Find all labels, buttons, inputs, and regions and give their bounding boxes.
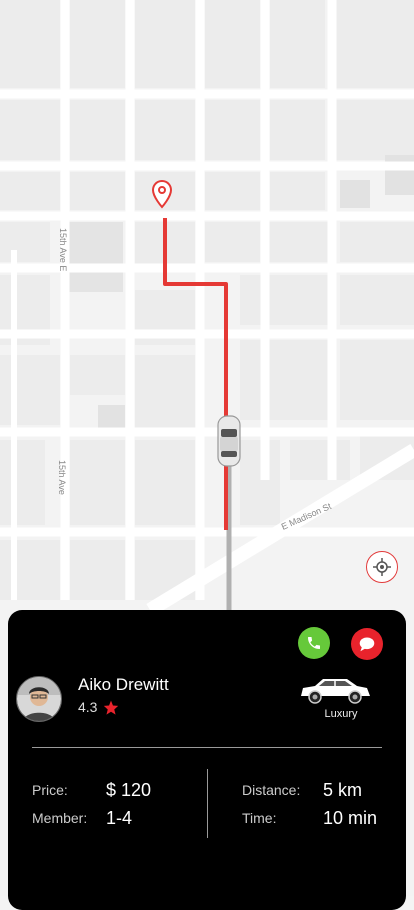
price-label: Price:	[32, 782, 68, 798]
ride-details-sheet: Aiko Drewitt 4.3 Luxury Price: $ 120 Mem…	[8, 610, 406, 910]
chat-bubble-icon	[359, 637, 375, 652]
time-value: 10 min	[323, 808, 378, 828]
member-value: 1-4	[106, 808, 133, 828]
street-label-15th-ave: 15th Ave	[57, 460, 67, 495]
car-icon	[217, 415, 241, 467]
star-icon	[104, 700, 119, 715]
crosshair-icon	[373, 558, 391, 576]
price-value: $ 120	[106, 780, 152, 800]
rating-value: 4.3	[78, 699, 98, 715]
driver-name: Aiko Drewitt	[78, 675, 169, 694]
driver-avatar	[16, 676, 62, 722]
driver-rating: 4.3	[78, 699, 119, 715]
chat-button[interactable]	[351, 628, 383, 660]
divider	[32, 747, 382, 748]
call-button[interactable]	[298, 627, 330, 659]
time-label: Time:	[242, 810, 277, 826]
phone-icon	[308, 637, 320, 649]
car-type-label: Luxury	[324, 708, 358, 720]
vertical-divider	[207, 769, 208, 838]
locate-me-button[interactable]	[366, 551, 398, 583]
distance-value: 5 km	[323, 780, 363, 800]
member-label: Member:	[32, 810, 88, 826]
distance-label: Distance:	[242, 782, 301, 798]
street-label-15th-ave-e: 15th Ave E	[58, 228, 68, 271]
luxury-car-image	[301, 679, 370, 704]
